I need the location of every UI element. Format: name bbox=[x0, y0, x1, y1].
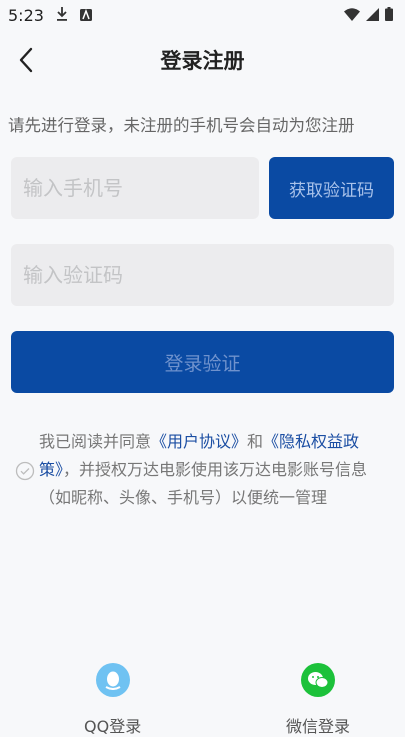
qq-login-button[interactable] bbox=[95, 663, 130, 697]
agreement-checkbox[interactable] bbox=[15, 461, 35, 481]
signal-icon bbox=[366, 6, 379, 25]
check-circle-icon bbox=[15, 461, 35, 481]
verification-code-input[interactable] bbox=[11, 244, 394, 306]
qq-login-label: QQ登录 bbox=[84, 717, 142, 736]
wechat-login-label: 微信登录 bbox=[286, 717, 351, 736]
qq-icon bbox=[105, 671, 121, 690]
chevron-left-icon bbox=[19, 47, 33, 73]
agreement-text: 我已阅读并同意《用户协议》和《隐私权益政策》，并授权万达电影使用该万达电影账号信… bbox=[39, 428, 399, 512]
agreement-and: 和 bbox=[247, 432, 264, 451]
page-title: 登录注册 bbox=[160, 49, 245, 73]
battery-icon bbox=[385, 6, 393, 25]
status-time: 5:23 bbox=[8, 5, 44, 25]
login-hint-text: 请先进行登录，未注册的手机号会自动为您注册 bbox=[8, 116, 355, 135]
get-code-button[interactable]: 获取验证码 bbox=[269, 157, 394, 219]
notification-app-icon bbox=[79, 6, 92, 25]
wechat-login-button[interactable] bbox=[301, 663, 335, 697]
login-button[interactable]: 登录验证 bbox=[11, 331, 394, 393]
phone-input[interactable] bbox=[11, 157, 259, 219]
download-icon bbox=[56, 6, 68, 25]
agreement-suffix: ，并授权万达电影使用该万达电影账号信息（如昵称、头像、手机号）以便统一管理 bbox=[39, 460, 368, 507]
status-bar: 5:23 bbox=[0, 0, 405, 30]
qq-login[interactable]: QQ登录 bbox=[84, 663, 141, 737]
status-left: 5:23 bbox=[8, 6, 92, 25]
status-right bbox=[344, 6, 393, 25]
agreement-prefix: 我已阅读并同意 bbox=[39, 432, 152, 451]
wifi-icon bbox=[344, 6, 360, 25]
nav-bar: 登录注册 bbox=[0, 30, 405, 90]
back-button[interactable] bbox=[10, 44, 42, 76]
user-agreement-link[interactable]: 《用户协议》 bbox=[151, 432, 247, 451]
wechat-login[interactable]: 微信登录 bbox=[286, 663, 350, 737]
wechat-icon bbox=[308, 672, 329, 688]
